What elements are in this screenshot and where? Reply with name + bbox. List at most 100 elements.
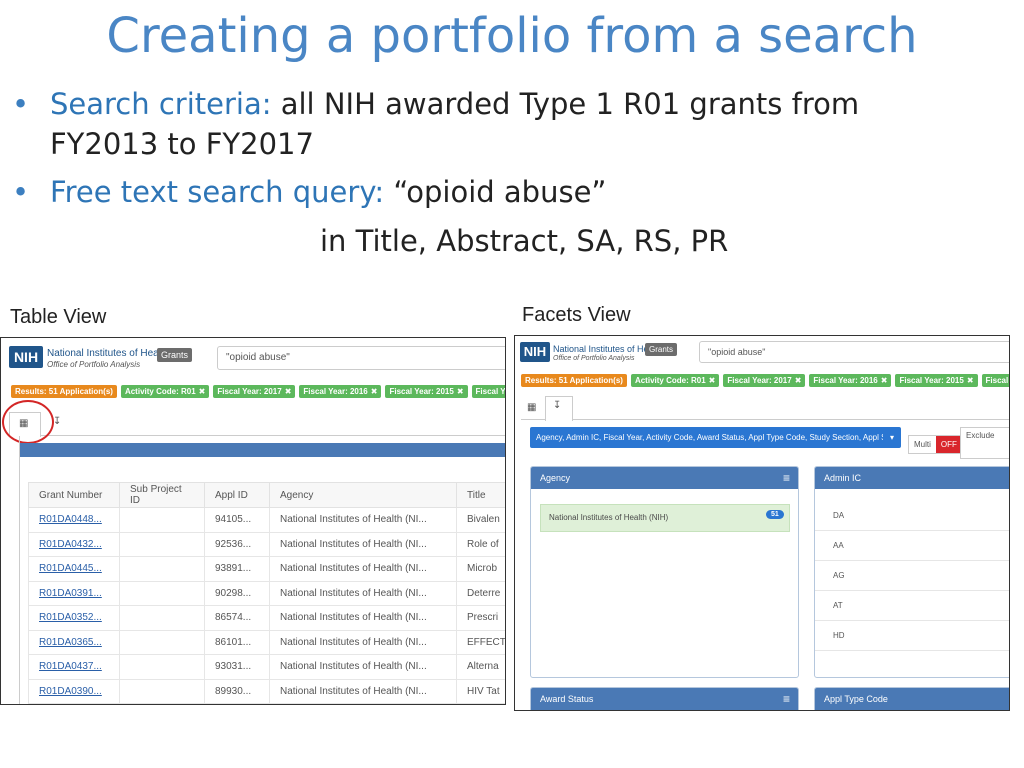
appl-id-cell: 86574...	[204, 605, 270, 631]
sub-project-id-cell	[119, 507, 205, 533]
facet-fields-dropdown[interactable]: Agency, Admin IC, Fiscal Year, Activity …	[530, 427, 900, 448]
filter-chip-label: Fiscal Year: 2014	[985, 376, 1009, 385]
filter-chip[interactable]: Fiscal Year: 2017 ✖	[213, 385, 296, 398]
admin-ic-item[interactable]: AA	[815, 531, 1009, 561]
admin-ic-item[interactable]: AG	[815, 561, 1009, 591]
filter-chips: Results: 51 Application(s) Activity Code:…	[11, 381, 505, 399]
table-header-bar	[20, 443, 505, 457]
filter-chip[interactable]: Fiscal Year: 2015 ✖	[385, 385, 468, 398]
column-header-agency[interactable]: Agency	[269, 482, 457, 508]
grant-number-cell[interactable]: R01DA0448...	[28, 507, 120, 533]
admin-ic-panel-title: Admin IC	[824, 473, 862, 483]
exclude-field[interactable]: Exclude	[960, 427, 1009, 459]
title-cell: EFFECT	[456, 630, 505, 655]
remove-icon[interactable]: ✖	[709, 376, 716, 385]
free-text-query: “opioid abuse”	[384, 175, 607, 209]
column-header-sub-project-id[interactable]: Sub Project ID	[119, 482, 205, 508]
filter-chip[interactable]: Fiscal Year: 2017 ✖	[723, 374, 806, 387]
admin-ic-item[interactable]: DA	[815, 501, 1009, 531]
table-row[interactable]: R01DA0445... 93891... National Institutes …	[28, 556, 505, 582]
column-header-grant-number[interactable]: Grant Number	[28, 482, 120, 508]
bullet-dot: •	[12, 87, 30, 121]
filter-chip[interactable]: Activity Code: R01 ✖	[120, 385, 210, 398]
tab-divider	[19, 435, 505, 436]
admin-ic-item[interactable]: HD	[815, 621, 1009, 651]
slide-title: Creating a portfolio from a search	[106, 8, 918, 64]
search-input[interactable]: "opioid abuse"	[217, 346, 505, 370]
filter-chips: Results: 51 Application(s) Activity Code:…	[521, 370, 1009, 388]
filter-chip-label: Activity Code: R01	[634, 376, 706, 385]
appl-id-cell: 93031...	[204, 654, 270, 680]
caption-table-view: Table View	[10, 306, 107, 328]
filter-chip[interactable]: Fiscal Year: 2014✖	[981, 374, 1009, 387]
table-row[interactable]: R01DA0390... 89930... National Institutes …	[28, 679, 505, 704]
award-status-panel-header: Award Status ≡	[531, 688, 798, 710]
multi-option[interactable]: Multi	[909, 436, 936, 453]
sub-project-id-cell	[119, 605, 205, 631]
remove-icon[interactable]: ✖	[967, 376, 974, 385]
grant-number-cell[interactable]: R01DA0445...	[28, 556, 120, 582]
facet-fields-dropdown-label: Agency, Admin IC, Fiscal Year, Activity …	[536, 433, 900, 442]
agency-cell: National Institutes of Health (NI...	[269, 679, 457, 704]
sub-project-id-cell	[119, 654, 205, 680]
filter-chip-label: Fiscal Year: 2015	[899, 376, 964, 385]
filter-chip[interactable]: Results: 51 Application(s)	[11, 385, 117, 398]
chevron-down-icon[interactable]: ▾	[883, 427, 901, 448]
filter-chip[interactable]: Fiscal Year:	[471, 385, 505, 398]
tab-table-view[interactable]: ▦	[527, 402, 536, 413]
agency-panel: Agency ≡ National Institutes of Health (…	[530, 466, 799, 678]
nih-logo: NIH	[9, 346, 43, 368]
filter-chip[interactable]: Activity Code: R01 ✖	[630, 374, 720, 387]
column-header-appl-id[interactable]: Appl ID	[204, 482, 270, 508]
filter-chip[interactable]: Fiscal Year: 2016 ✖	[809, 374, 892, 387]
org-name: National Institutes of Health	[47, 348, 170, 359]
facet-item-label: National Institutes of Health (NIH)	[549, 513, 669, 522]
highlight-circle	[2, 400, 54, 444]
remove-icon[interactable]: ✖	[199, 387, 206, 396]
agency-cell: National Institutes of Health (NI...	[269, 556, 457, 582]
remove-icon[interactable]: ✖	[881, 376, 888, 385]
admin-ic-item[interactable]: AT	[815, 591, 1009, 621]
filter-chip[interactable]: Fiscal Year: 2016 ✖	[299, 385, 382, 398]
filter-chip[interactable]: Results: 51 Application(s)	[521, 374, 627, 387]
title-cell: HIV Tat	[456, 679, 505, 704]
appl-id-cell: 93891...	[204, 556, 270, 582]
table-row[interactable]: R01DA0352... 86574... National Institutes …	[28, 605, 505, 631]
menu-icon[interactable]: ≡	[783, 688, 790, 710]
sub-project-id-cell	[119, 532, 205, 557]
facet-item-nih[interactable]: National Institutes of Health (NIH)	[540, 504, 790, 532]
grant-number-cell[interactable]: R01DA0390...	[28, 679, 120, 704]
remove-icon[interactable]: ✖	[285, 387, 292, 396]
tab-divider	[521, 419, 1009, 420]
bullet-free-text: • Free text search query: “opioid abuse”	[12, 172, 606, 212]
appl-id-cell: 90298...	[204, 581, 270, 606]
sub-project-id-cell	[119, 630, 205, 655]
remove-icon[interactable]: ✖	[795, 376, 802, 385]
table-row[interactable]: R01DA0437... 93031... National Institutes …	[28, 654, 505, 680]
menu-icon[interactable]: ≡	[783, 467, 790, 489]
remove-icon[interactable]: ✖	[457, 387, 464, 396]
search-input[interactable]: "opioid abuse"	[699, 341, 1009, 363]
filter-chip-label: Fiscal Year: 2017	[217, 387, 282, 396]
table-row[interactable]: R01DA0391... 90298... National Institutes …	[28, 581, 505, 606]
grant-number-cell[interactable]: R01DA0437...	[28, 654, 120, 680]
office-name: Office of Portfolio Analysis	[47, 360, 141, 369]
grant-number-cell[interactable]: R01DA0352...	[28, 605, 120, 631]
table-row[interactable]: R01DA0432... 92536... National Institutes …	[28, 532, 505, 557]
remove-icon[interactable]: ✖	[371, 387, 378, 396]
filter-chip[interactable]: Fiscal Year: 2015 ✖	[895, 374, 978, 387]
table-row[interactable]: R01DA0448... 94105... National Institutes …	[28, 507, 505, 533]
agency-cell: National Institutes of Health (NI...	[269, 654, 457, 680]
sort-icon: ↧	[553, 400, 562, 411]
grant-number-cell[interactable]: R01DA0365...	[28, 630, 120, 655]
filter-chip-label: Fiscal Year: 2016	[813, 376, 878, 385]
grant-number-cell[interactable]: R01DA0432...	[28, 532, 120, 557]
multi-toggle[interactable]: Multi OFF	[908, 435, 963, 454]
table-row[interactable]: R01DA0365... 86101... National Institutes …	[28, 630, 505, 655]
tab-facets-view[interactable]: ↧	[53, 416, 61, 427]
off-option[interactable]: OFF	[935, 436, 962, 453]
count-badge: 51	[766, 510, 784, 519]
column-header-title[interactable]: Title	[456, 482, 505, 508]
grant-number-cell[interactable]: R01DA0391...	[28, 581, 120, 606]
appl-id-cell: 92536...	[204, 532, 270, 557]
